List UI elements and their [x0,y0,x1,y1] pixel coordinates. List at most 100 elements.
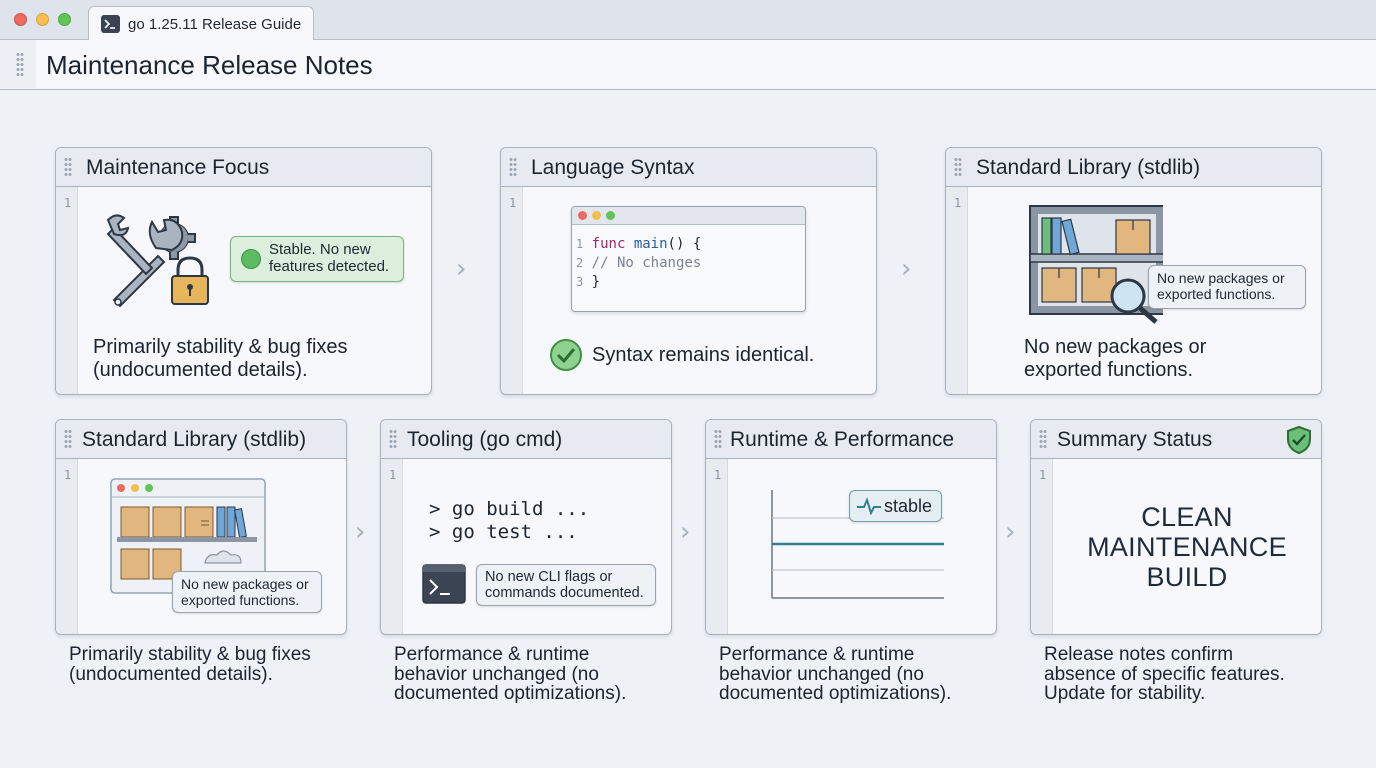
card-title: Maintenance Focus [86,156,270,179]
caption-line: Performance & runtime [719,644,915,665]
caption-line: behavior unchanged (no [719,663,924,685]
card-title: Standard Library (stdlib) [976,156,1201,179]
drag-handle-icon[interactable] [389,429,397,449]
card-title: Standard Library (stdlib) [82,428,307,451]
caption-line: documented optimizations). [719,683,952,704]
callout-line: commands documented. [485,585,644,601]
card-header: Standard Library (stdlib) [56,420,346,459]
card-caption: Performance & runtime behavior unchanged… [394,645,626,704]
page-header: Maintenance Release Notes [0,40,1376,90]
summary-status-text: CLEAN MAINTENANCE BUILD [1053,502,1321,592]
description-line: exported functions. [1024,359,1193,381]
line-gutter [1031,459,1053,634]
callout-line: No new packages or [1157,270,1285,286]
wrench-gear-lock-icon [106,214,209,308]
close-dot [578,211,587,220]
drag-handle-icon[interactable] [954,157,962,177]
tab-release-guide[interactable]: go 1.25.11 Release Guide [88,6,314,41]
line-gutter [706,459,728,634]
bookshelf-magnifier-icon [1029,205,1163,324]
chevron-right-icon: › [680,517,691,547]
callout-line: No new CLI flags or [485,569,613,585]
stable-badge: stable [849,490,942,522]
maximize-dot [606,211,615,220]
status-line: CLEAN [1141,502,1233,532]
caption-line: Update for stability. [1044,683,1206,704]
line-gutter [381,459,403,634]
status-line: BUILD [1146,562,1228,592]
callout-text: Stable. No new features detected. [269,241,390,275]
card-header: Runtime & Performance [706,420,996,459]
line-number: 1 [509,196,517,210]
card-header: Maintenance Focus [56,148,431,187]
minimize-dot [592,211,601,220]
page-title: Maintenance Release Notes [46,50,373,80]
shield-check-icon [1287,425,1311,455]
card-header: Summary Status [1031,420,1321,459]
pulse-icon [857,497,881,515]
line-number: 1 [954,196,962,210]
caption-line: absence of specific features. [1044,663,1285,685]
status-text: Syntax remains identical. [592,344,815,366]
card-description: Primarily stability & bug fixes (undocum… [93,336,348,382]
check-circle-icon [550,339,582,371]
chevron-right-icon: › [456,254,467,284]
code-line: 3 } [576,274,601,290]
drag-handle-icon[interactable] [1039,429,1047,449]
line-number: 1 [1039,468,1047,482]
card-header: Standard Library (stdlib) [946,148,1321,187]
card-tooling: Tooling (go cmd) 1 > go build ... > go t… [380,419,672,635]
code-line: 1 func main() { [576,236,702,252]
window-titlebar: go 1.25.11 Release Guide [0,0,1376,41]
caption-line: (undocumented details). [69,663,273,685]
drag-handle-icon[interactable] [64,429,72,449]
code-window: 1 func main() { 2 // No changes 3 } [571,206,806,312]
info-callout: No new packages or exported functions. [1148,265,1306,309]
drag-handle-icon[interactable] [16,52,24,78]
code-window-titlebar [572,207,805,225]
code-line: 2 // No changes [576,255,702,271]
card-maintenance-focus: Maintenance Focus 1 Stable. No new featu… [55,147,432,395]
minimize-window-button[interactable] [36,13,49,26]
status-callout: Stable. No new features detected. [230,236,404,282]
line-gutter [946,187,968,394]
card-title: Runtime & Performance [730,428,955,451]
line-number: 1 [714,468,722,482]
card-language-syntax: Language Syntax 1 1 func main() { 2 // N… [500,147,877,395]
code-block: 1 func main() { 2 // No changes 3 } [576,235,701,292]
caption-line: documented optimizations). [394,683,627,704]
card-title: Summary Status [1057,428,1213,451]
callout-line: exported functions. [1157,286,1276,302]
line-gutter [501,187,523,394]
close-window-button[interactable] [14,13,27,26]
drag-handle-icon[interactable] [714,429,722,449]
card-caption: Performance & runtime behavior unchanged… [719,645,951,704]
chevron-right-icon: › [901,254,912,284]
badge-text: stable [884,496,933,516]
line-gutter [56,459,78,634]
card-summary-status: Summary Status 1 CLEAN MAINTENANCE BUILD [1030,419,1322,635]
drag-handle-icon[interactable] [509,157,517,177]
card-title: Language Syntax [531,156,695,179]
drag-handle-icon[interactable] [64,157,72,177]
terminal-icon [101,15,120,33]
line-gutter [56,187,78,394]
line-number: 1 [64,468,72,482]
command-line: > go build ... [429,498,590,520]
command-line: > go test ... [429,521,578,543]
card-caption: Release notes confirm absence of specifi… [1044,645,1285,704]
card-title: Tooling (go cmd) [407,428,563,451]
green-dot-icon [241,249,261,269]
line-number: 1 [389,468,397,482]
card-header: Language Syntax [501,148,876,187]
chevron-right-icon: › [1005,517,1016,547]
chevron-right-icon: › [355,517,366,547]
card-description: No new packages or exported functions. [1024,336,1206,382]
callout-line: exported functions. [181,592,300,608]
description-line: (undocumented details). [93,359,308,381]
card-standard-library-top: Standard Library (stdlib) 1 No new packa… [945,147,1322,395]
command-list: > go build ... > go test ... [429,498,589,544]
callout-line: No new packages or [181,576,309,592]
maximize-window-button[interactable] [58,13,71,26]
terminal-icon [422,564,466,604]
